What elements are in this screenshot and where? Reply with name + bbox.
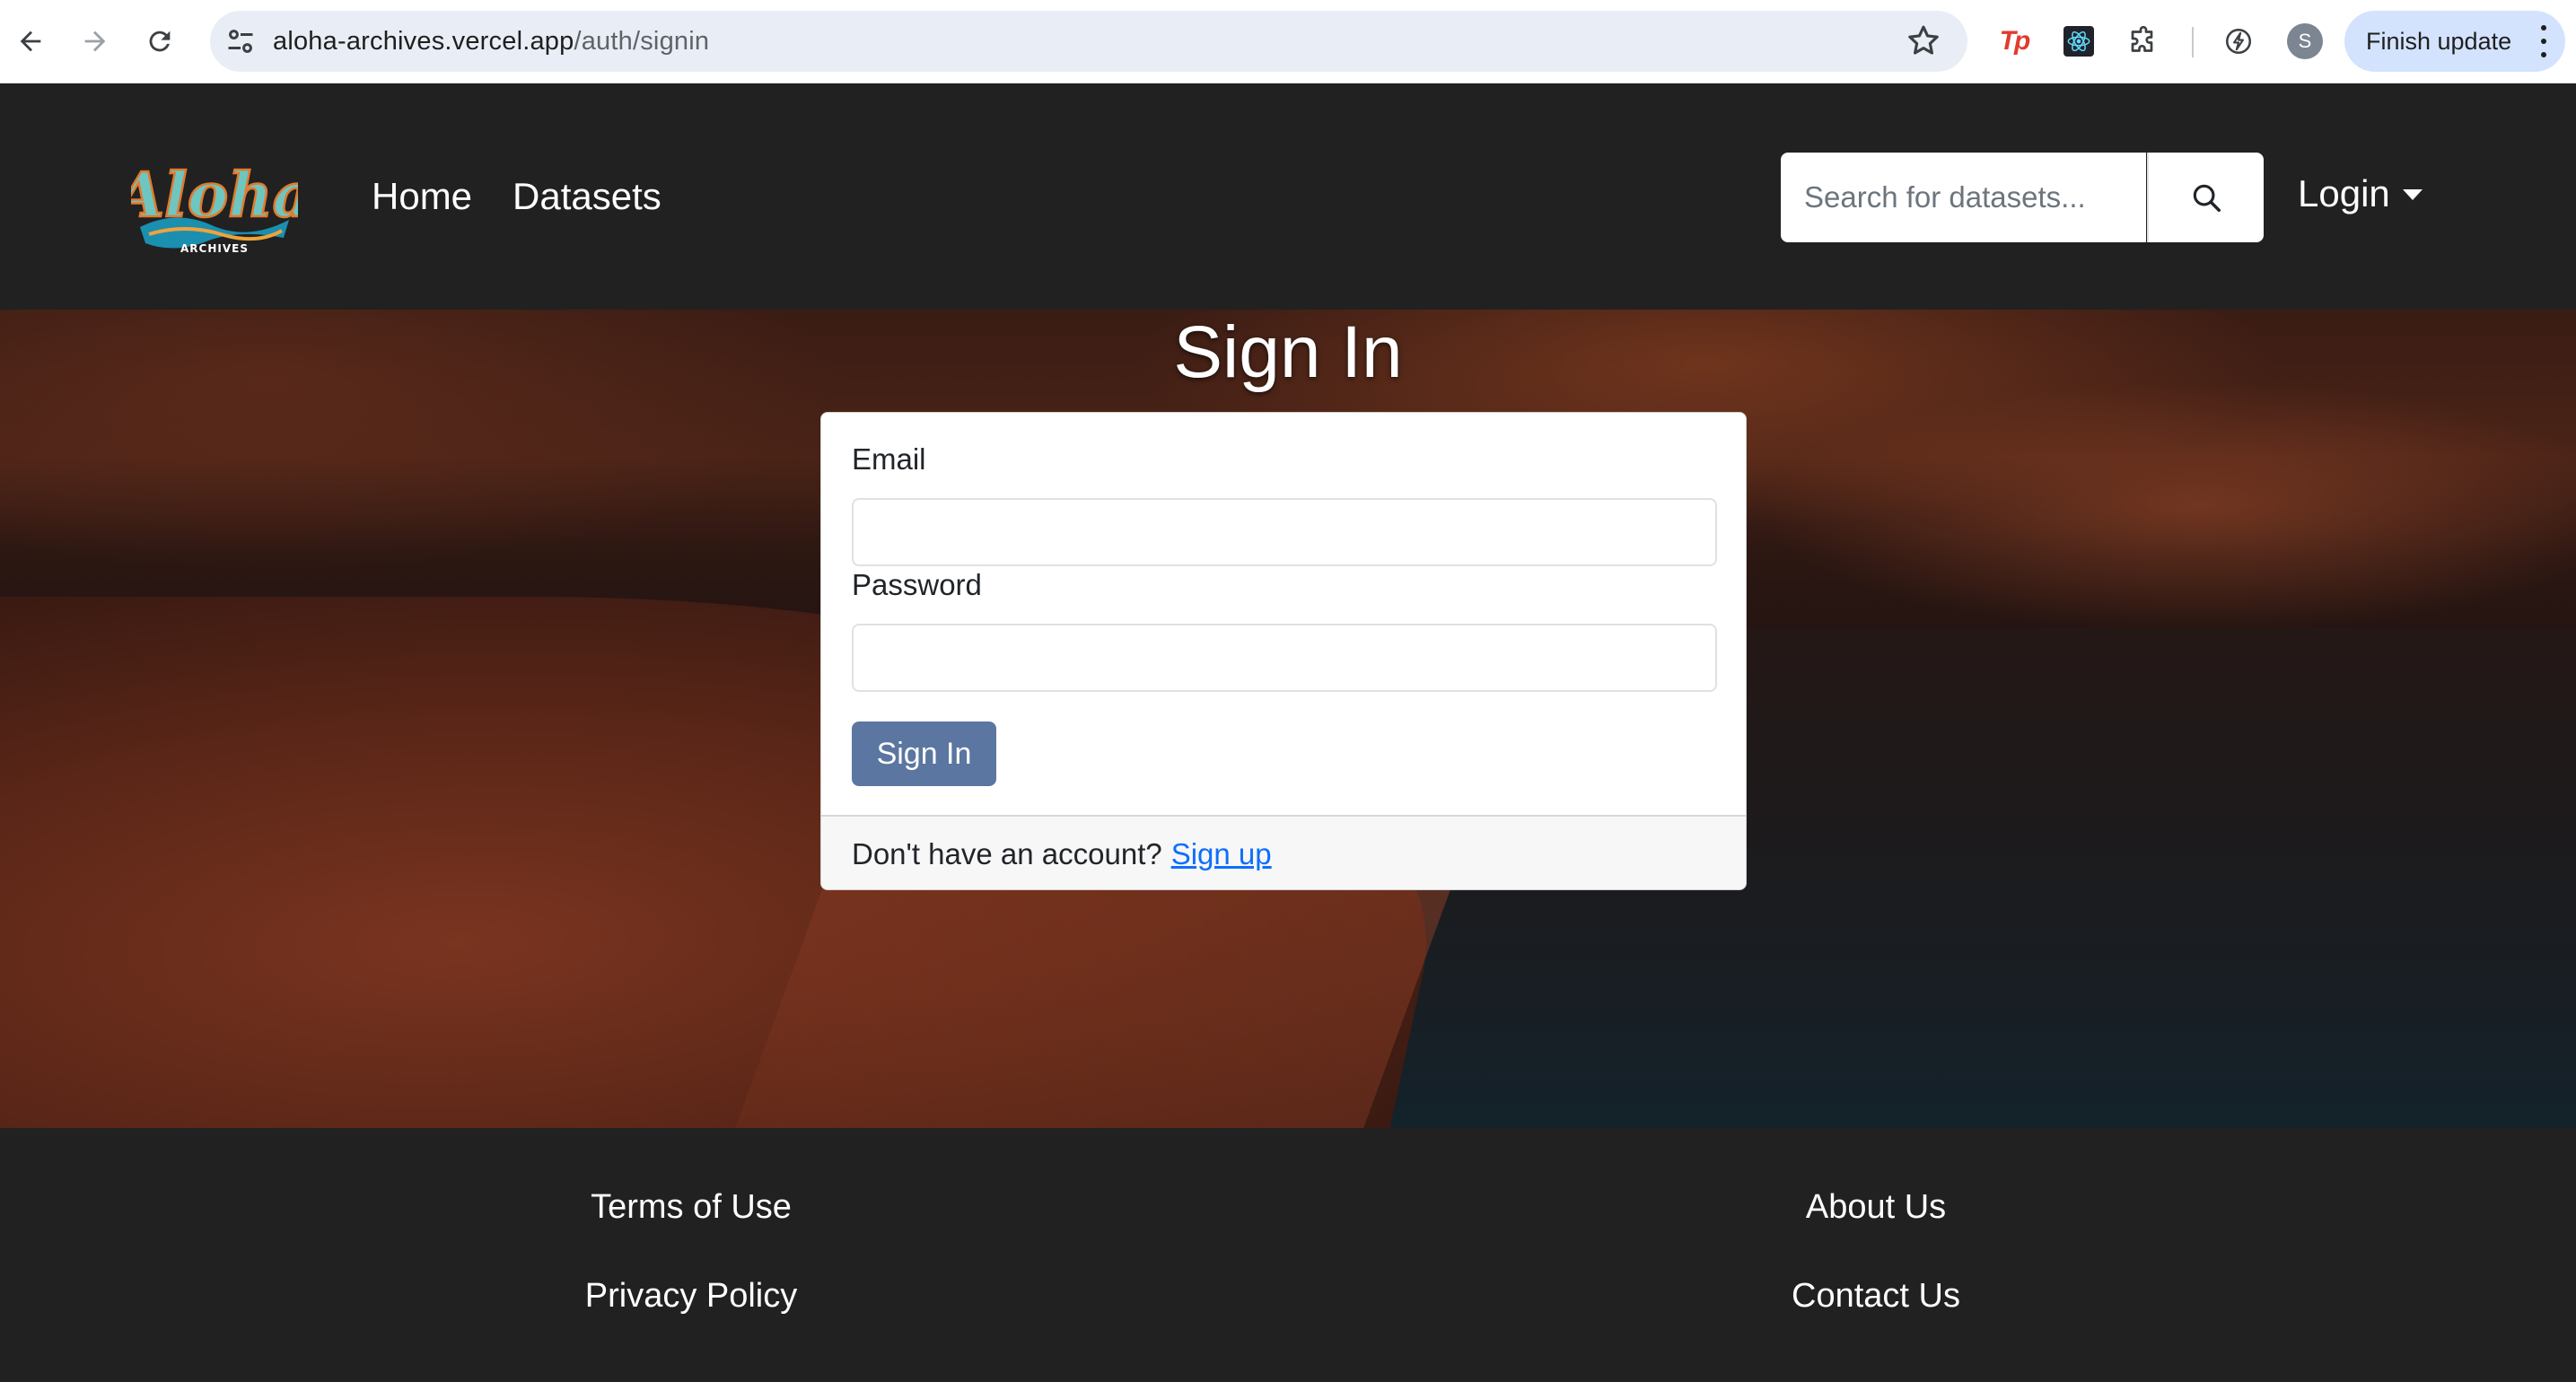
password-label: Password [852, 568, 982, 601]
extensions-button[interactable] [2122, 20, 2165, 63]
site-navbar: Aloha ARCHIVES Home Datasets Login [0, 83, 2576, 310]
back-arrow-icon [20, 31, 41, 52]
login-dropdown-toggle[interactable]: Login [2298, 166, 2423, 222]
page-title: Sign In [1173, 311, 1403, 393]
contact-us-link[interactable]: Contact Us [1792, 1271, 1960, 1321]
performance-button[interactable] [2217, 20, 2260, 63]
reload-icon [149, 31, 171, 52]
url-host: aloha-archives.vercel.app [273, 27, 574, 56]
no-account-text: Don't have an account? [852, 836, 1162, 870]
password-field[interactable] [852, 624, 1717, 692]
back-button[interactable] [7, 18, 54, 65]
tp-extension-icon: Tp [1999, 26, 2031, 56]
signin-button[interactable]: Sign In [852, 722, 996, 786]
extension-react-devtools[interactable] [2057, 20, 2100, 63]
forward-button[interactable] [72, 18, 118, 65]
signup-link[interactable]: Sign up [1171, 837, 1272, 871]
profile-avatar[interactable]: S [2287, 23, 2323, 59]
about-us-link[interactable]: About Us [1806, 1182, 1946, 1232]
site-footer: Terms of Use Privacy Policy About Us Con… [0, 1128, 2576, 1382]
logo-subtext: ARCHIVES [180, 242, 249, 255]
energy-saver-icon [2225, 28, 2252, 55]
forward-arrow-icon [84, 31, 106, 52]
finish-update-label: Finish update [2366, 27, 2512, 55]
react-icon [2063, 26, 2094, 57]
privacy-policy-link[interactable]: Privacy Policy [585, 1271, 798, 1321]
extension-tp[interactable]: Tp [1993, 20, 2036, 63]
signin-card: Email Password Sign In Don't have an acc… [820, 412, 1747, 890]
login-label: Login [2298, 172, 2390, 214]
signin-card-footer: Don't have an account? Sign up [821, 815, 1746, 889]
nav-home-link[interactable]: Home [372, 170, 472, 223]
toolbar-divider [2192, 27, 2194, 57]
search-icon [2193, 184, 2221, 212]
dataset-search-input[interactable] [1781, 153, 2146, 242]
caret-down-icon [2402, 189, 2423, 200]
address-url[interactable]: aloha-archives.vercel.app/auth/signin [273, 22, 709, 60]
email-field[interactable] [852, 498, 1717, 566]
aloha-archives-logo[interactable]: Aloha ARCHIVES [131, 137, 298, 256]
nav-datasets-link[interactable]: Datasets [513, 170, 662, 223]
url-path: /auth/signin [574, 27, 710, 56]
logo-text: Aloha [131, 160, 298, 232]
reload-button[interactable] [136, 18, 183, 65]
bookmark-star-icon[interactable] [1905, 22, 1942, 59]
search-button[interactable] [2147, 153, 2264, 242]
site-settings-icon[interactable] [224, 25, 257, 57]
puzzle-icon [2131, 25, 2153, 52]
browser-toolbar: aloha-archives.vercel.app/auth/signin Tp… [0, 0, 2576, 83]
more-menu-icon [2540, 25, 2547, 57]
finish-update-button[interactable]: Finish update [2344, 11, 2565, 72]
email-label: Email [852, 442, 926, 476]
terms-of-use-link[interactable]: Terms of Use [591, 1182, 792, 1232]
